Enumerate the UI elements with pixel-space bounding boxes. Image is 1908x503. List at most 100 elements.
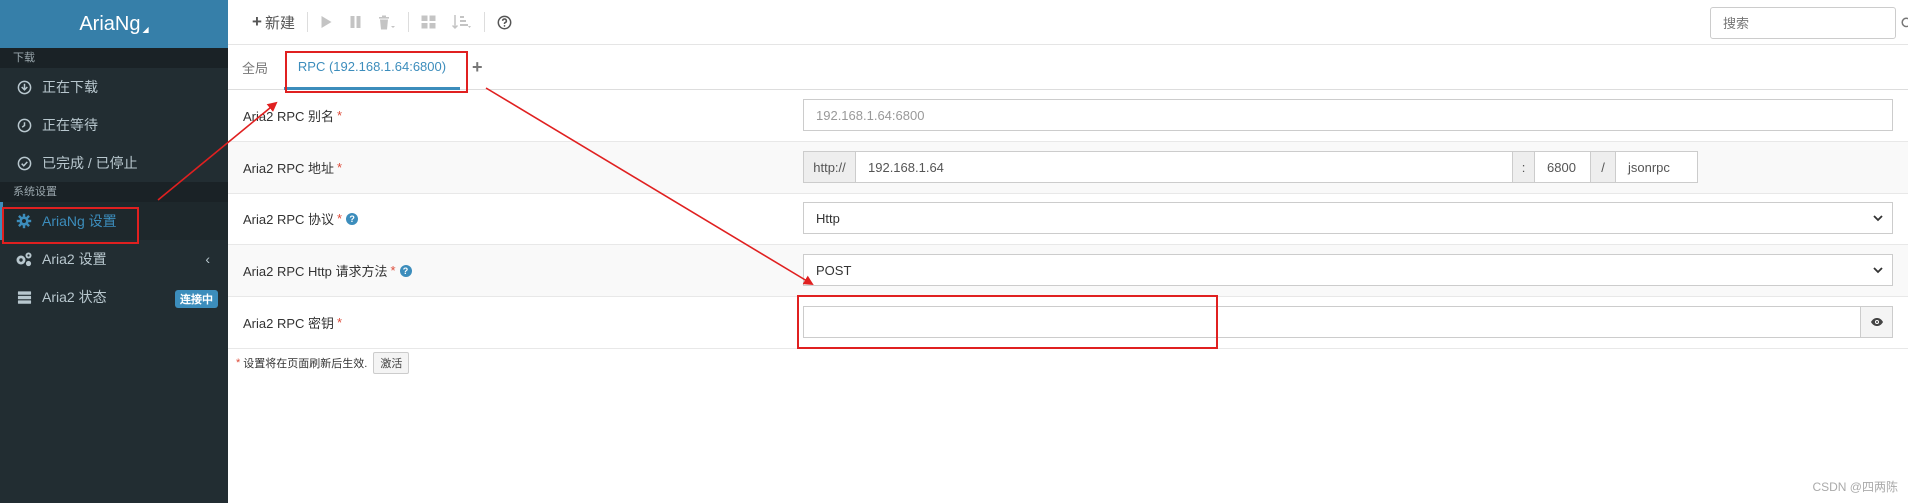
settings-tabs: 全局 RPC (192.168.1.64:6800) + xyxy=(228,45,1908,90)
chevron-down-icon xyxy=(1873,267,1883,274)
delete-button[interactable] xyxy=(370,0,404,44)
sidebar-item-label: 已完成 / 已停止 xyxy=(42,155,138,171)
select-value: POST xyxy=(816,262,852,278)
rpc-method-select[interactable]: POST xyxy=(803,254,1893,286)
path-separator: / xyxy=(1590,151,1616,183)
setting-label-text: Aria2 RPC 地址 xyxy=(243,161,335,176)
sidebar-item-label: 正在下载 xyxy=(42,79,98,95)
sidebar-item-label: 正在等待 xyxy=(42,117,98,133)
start-button[interactable] xyxy=(312,0,341,44)
sidebar-item-aria2-settings[interactable]: Aria2 设置 ‹ xyxy=(0,240,228,278)
check-circle-icon xyxy=(15,156,33,171)
new-task-button[interactable]: + 新建 xyxy=(244,0,303,44)
required-mark: * xyxy=(337,160,343,175)
setting-row-method: Aria2 RPC Http 请求方法 *? POST xyxy=(228,245,1908,297)
plus-icon: + xyxy=(252,12,262,31)
chevron-down-icon xyxy=(1873,215,1883,222)
required-mark: * xyxy=(337,315,343,330)
settings-section-header: 系统设置 xyxy=(0,182,228,202)
toolbar-divider xyxy=(407,12,409,32)
sidebar-item-aria2-status[interactable]: Aria2 状态 连接中 xyxy=(0,278,228,316)
grid-icon xyxy=(421,15,436,29)
toolbar: + 新建 xyxy=(228,0,1908,45)
setting-label: Aria2 RPC 密钥 * xyxy=(243,297,342,348)
required-mark: * xyxy=(337,108,343,123)
tab-rpc[interactable]: RPC (192.168.1.64:6800) xyxy=(284,45,460,90)
sidebar-item-label: Aria2 设置 xyxy=(42,251,107,267)
setting-label: Aria2 RPC Http 请求方法 *? xyxy=(243,245,412,296)
sidebar-item-ariang-settings[interactable]: AriaNg 设置 xyxy=(0,202,228,240)
rpc-alias-input[interactable] xyxy=(803,99,1893,131)
rpc-path-input[interactable]: jsonrpc xyxy=(1615,151,1698,183)
setting-label-text: Aria2 RPC 密钥 xyxy=(243,316,335,331)
logo-text: AriaNg xyxy=(79,12,141,35)
setting-label-text: Aria2 RPC 别名 xyxy=(243,109,335,124)
download-circle-icon xyxy=(15,80,33,95)
rpc-secret-input[interactable] xyxy=(803,306,1861,338)
sidebar-item-stopped[interactable]: 已完成 / 已停止 xyxy=(0,144,228,182)
sidebar-item-waiting[interactable]: 正在等待 xyxy=(0,106,228,144)
help-button[interactable] xyxy=(489,0,520,44)
alias-field-wrap xyxy=(803,99,1893,131)
app-logo[interactable]: AriaNg ◢ xyxy=(0,0,228,48)
setting-row-secret: Aria2 RPC 密钥 * xyxy=(228,297,1908,349)
eye-icon xyxy=(1870,318,1883,326)
required-mark: * xyxy=(390,263,396,278)
rpc-port-input[interactable]: 6800 xyxy=(1534,151,1591,183)
setting-label-text: Aria2 RPC Http 请求方法 xyxy=(243,264,388,279)
sidebar-item-label: Aria2 状态 xyxy=(42,289,107,305)
toolbar-divider xyxy=(483,12,485,32)
port-separator: : xyxy=(1512,151,1535,183)
protocol-field-wrap: Http xyxy=(803,202,1893,234)
sort-button[interactable] xyxy=(444,0,480,44)
trash-icon xyxy=(378,15,395,29)
setting-row-protocol: Aria2 RPC 协议 *? Http xyxy=(228,193,1908,245)
help-icon[interactable]: ? xyxy=(399,264,412,277)
settings-footnote: * 设置将在页面刷新后生效. 激活 xyxy=(236,352,410,374)
new-task-label: 新建 xyxy=(264,14,295,32)
sidebar: AriaNg ◢ 下载 正在下载 正在等待 已完成 / 已停止 系统设置 Aria… xyxy=(0,0,228,503)
toggle-visibility-button[interactable] xyxy=(1860,306,1893,338)
rpc-host-input[interactable]: 192.168.1.64 xyxy=(855,151,1513,183)
pause-icon xyxy=(350,16,361,28)
search-icon[interactable] xyxy=(1901,16,1908,30)
help-icon[interactable]: ? xyxy=(346,212,359,225)
status-badge: 连接中 xyxy=(175,290,218,308)
sidebar-item-label: AriaNg 设置 xyxy=(42,213,117,229)
play-icon xyxy=(321,16,332,28)
method-field-wrap: POST xyxy=(803,254,1893,286)
tab-global[interactable]: 全局 xyxy=(242,45,268,89)
setting-label: Aria2 RPC 别名 * xyxy=(243,90,342,141)
chevron-left-icon: ‹ xyxy=(205,251,210,267)
footnote-text: 设置将在页面刷新后生效. xyxy=(243,358,368,370)
pause-button[interactable] xyxy=(341,0,370,44)
setting-row-alias: Aria2 RPC 别名 * xyxy=(228,90,1908,142)
search-box xyxy=(1710,7,1908,39)
setting-label-text: Aria2 RPC 协议 xyxy=(243,212,335,227)
gears-icon xyxy=(15,251,33,267)
clock-icon xyxy=(15,118,33,133)
watermark: CSDN @四两陈 xyxy=(1812,480,1898,494)
sort-icon xyxy=(451,15,471,30)
secret-field-wrap xyxy=(803,306,1893,338)
toolbar-divider xyxy=(306,12,308,32)
setting-label: Aria2 RPC 协议 *? xyxy=(243,193,359,244)
downloads-section-header: 下载 xyxy=(0,48,228,68)
select-value: Http xyxy=(816,210,840,226)
caret-icon: ◢ xyxy=(142,24,149,34)
search-input[interactable] xyxy=(1711,14,1901,32)
rpc-protocol-select[interactable]: Http xyxy=(803,202,1893,234)
sidebar-item-downloading[interactable]: 正在下载 xyxy=(0,68,228,106)
gear-icon xyxy=(15,213,33,229)
add-rpc-tab-button[interactable]: + xyxy=(472,45,483,89)
question-circle-icon xyxy=(497,15,512,29)
activate-button[interactable]: 激活 xyxy=(373,352,410,374)
scheme-addon[interactable]: http:// xyxy=(803,151,856,183)
required-mark: * xyxy=(337,211,343,226)
setting-label: Aria2 RPC 地址 * xyxy=(243,142,342,193)
required-mark: * xyxy=(236,357,241,369)
address-field-group: http:// 192.168.1.64 : 6800 / jsonrpc xyxy=(803,151,1893,183)
server-icon xyxy=(15,290,33,305)
setting-row-address: Aria2 RPC 地址 * http:// 192.168.1.64 : 680… xyxy=(228,142,1908,194)
select-all-button[interactable] xyxy=(413,0,444,44)
